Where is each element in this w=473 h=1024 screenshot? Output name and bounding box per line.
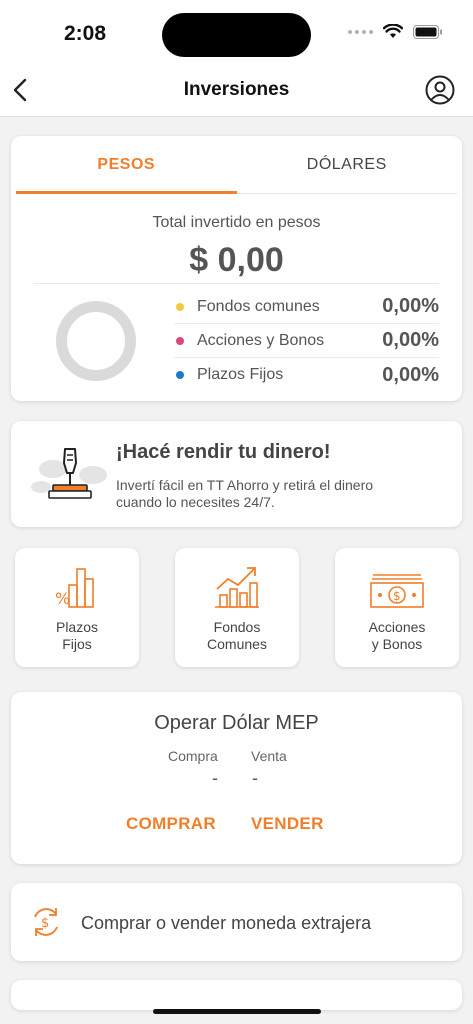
status-bar: 2:08 bbox=[0, 0, 473, 70]
growth-chart-icon bbox=[215, 567, 259, 608]
signal-icon bbox=[348, 29, 373, 34]
tile-label: Plazos Fijos bbox=[15, 619, 139, 653]
divider bbox=[34, 283, 439, 284]
tile-label-line: Comunes bbox=[207, 636, 267, 652]
legend-label: Plazos Fijos bbox=[197, 366, 284, 383]
legend-value: 0,00% bbox=[382, 363, 439, 386]
tab-pesos[interactable]: PESOS bbox=[16, 136, 237, 194]
svg-text:%: % bbox=[55, 589, 70, 608]
hand-deposit-icon bbox=[31, 448, 107, 499]
tile-label: Acciones y Bonos bbox=[335, 619, 459, 653]
nav-bar: Inversiones bbox=[0, 70, 473, 117]
profile-button[interactable] bbox=[425, 75, 455, 105]
percent-bars-icon: % bbox=[55, 568, 94, 608]
allocation-legend: Fondos comunes 0,00% Acciones y Bonos 0,… bbox=[174, 290, 439, 392]
currency-exchange-icon: $ bbox=[34, 908, 58, 936]
legend-label: Fondos comunes bbox=[197, 297, 320, 315]
promo-title: ¡Hacé rendir tu dinero! bbox=[116, 441, 331, 463]
tile-label-line: Fijos bbox=[62, 636, 92, 652]
svg-text:$: $ bbox=[393, 589, 401, 603]
status-time: 2:08 bbox=[64, 22, 107, 45]
legend-item-fondos: Fondos comunes 0,00% bbox=[174, 290, 439, 324]
allocation-donut-chart bbox=[56, 301, 136, 381]
tile-plazos-fijos[interactable]: % Plazos Fijos bbox=[15, 548, 139, 667]
legend-item-plazos: Plazos Fijos 0,00% bbox=[174, 358, 439, 392]
wifi-icon bbox=[383, 24, 403, 38]
legend-dot bbox=[176, 371, 184, 379]
sell-button[interactable]: VENDER bbox=[251, 814, 324, 834]
tile-label-line: Acciones bbox=[368, 619, 426, 635]
tile-label-line: Fondos bbox=[213, 619, 261, 635]
status-icons bbox=[348, 24, 443, 39]
legend-dot bbox=[176, 336, 184, 345]
user-circle-icon bbox=[425, 75, 455, 105]
legend-value: 0,00% bbox=[382, 329, 439, 351]
home-indicator bbox=[153, 1009, 321, 1014]
next-card-peek bbox=[11, 980, 462, 1010]
tile-label-line: Plazos bbox=[55, 619, 99, 635]
total-label: Total invertido en pesos bbox=[152, 214, 321, 231]
tile-acciones-bonos[interactable]: $ Acciones y Bonos bbox=[335, 548, 459, 667]
buy-rate-label: Compra bbox=[168, 748, 218, 764]
mep-title: Operar Dólar MEP bbox=[154, 712, 319, 734]
tile-fondos-comunes[interactable]: Fondos Comunes bbox=[175, 548, 299, 667]
legend-item-acciones: Acciones y Bonos 0,00% bbox=[174, 324, 439, 358]
buy-button[interactable]: COMPRAR bbox=[126, 814, 216, 834]
buy-rate-value: - bbox=[212, 768, 218, 788]
dynamic-island bbox=[162, 13, 311, 57]
tile-label: Fondos Comunes bbox=[175, 619, 299, 653]
currency-exchange-label: Comprar o vender moneda extrajera bbox=[81, 913, 372, 933]
sell-rate-label: Venta bbox=[251, 748, 287, 764]
battery-icon bbox=[413, 24, 442, 39]
promo-description: Invertí fácil en TT Ahorro y retirá el d… bbox=[116, 477, 374, 510]
tab-dolares[interactable]: DÓLARES bbox=[237, 136, 458, 193]
promo-card[interactable]: ¡Hacé rendir tu dinero! Invertí fácil en… bbox=[11, 421, 462, 527]
tile-label-line: y Bonos bbox=[371, 636, 423, 652]
legend-label: Acciones y Bonos bbox=[197, 331, 325, 349]
page-title: Inversiones bbox=[183, 79, 290, 100]
legend-value: 0,00% bbox=[382, 295, 439, 317]
legend-dot bbox=[176, 302, 184, 311]
currency-exchange-card[interactable]: $ Comprar o vender moneda extrajera bbox=[11, 883, 462, 961]
investment-summary-card: PESOS DÓLARES Total invertido en pesos $… bbox=[11, 136, 462, 401]
currency-tabs: PESOS DÓLARES bbox=[16, 136, 457, 194]
dolar-mep-card: Operar Dólar MEP Compra Venta - - COMPRA… bbox=[11, 692, 462, 864]
banknote-icon: $ bbox=[370, 574, 424, 608]
sell-rate-value: - bbox=[252, 768, 258, 788]
svg-text:$: $ bbox=[41, 916, 49, 931]
total-amount: $ 0,00 bbox=[189, 241, 284, 279]
